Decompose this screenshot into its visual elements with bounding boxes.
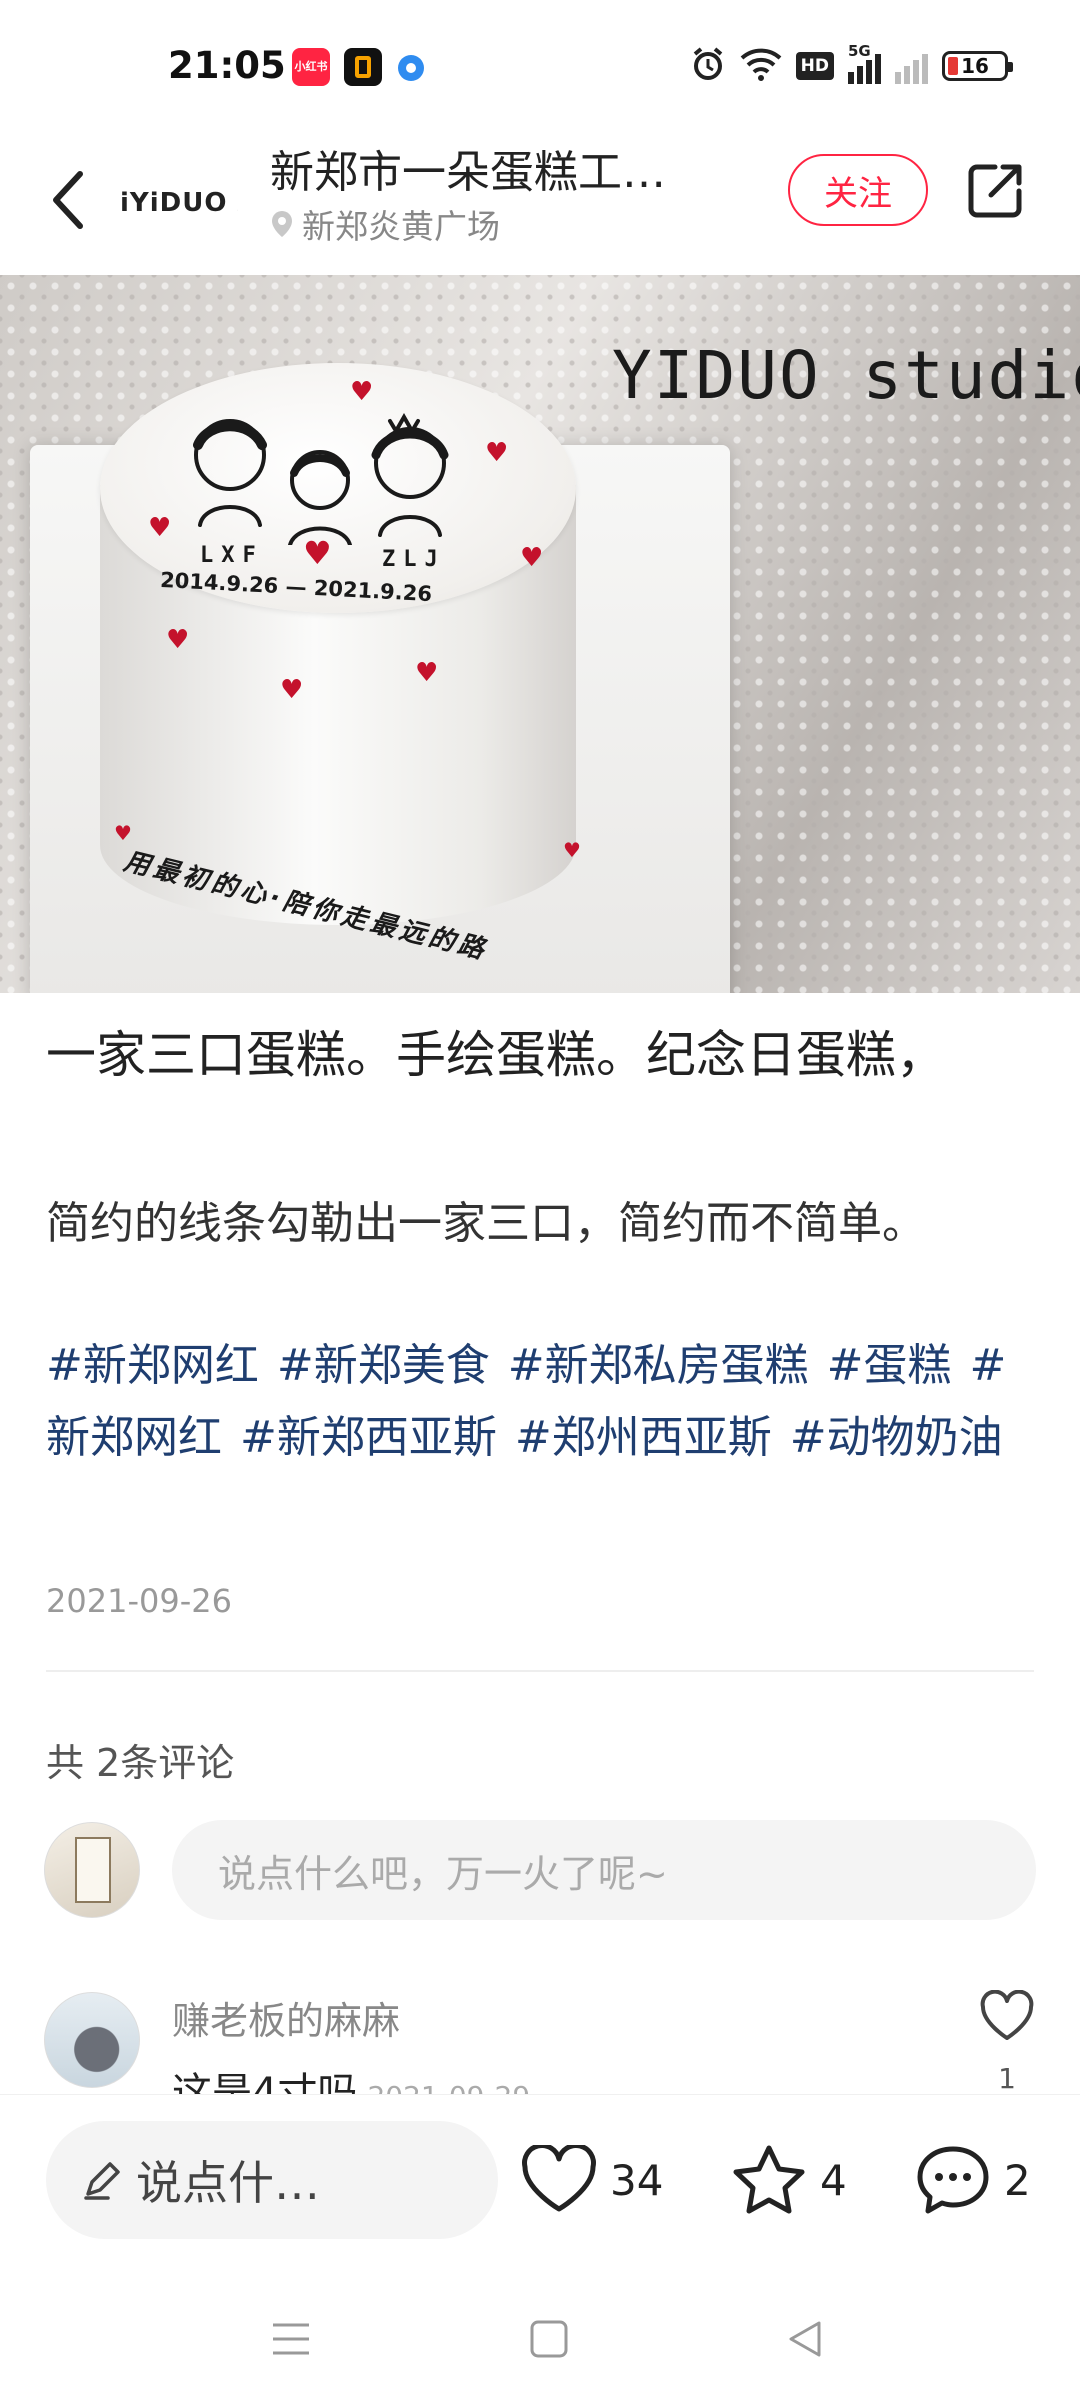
comment-count-action: 2	[1004, 2155, 1031, 2205]
heart-decoration: ♥	[280, 675, 304, 705]
post-date: 2021-09-26	[46, 1582, 232, 1620]
comment-time: 2021-09-29	[367, 2080, 530, 2094]
location-label: 新郑炎黄广场	[302, 207, 500, 246]
comment-count: 共 2条评论	[46, 1741, 235, 1785]
status-time: 21:05	[168, 44, 286, 87]
heart-decoration: ♥	[563, 838, 581, 862]
like-count: 34	[610, 2155, 664, 2205]
divider	[46, 1670, 1034, 1672]
comment-button[interactable]: 2	[914, 2135, 1031, 2225]
commenter-name[interactable]: 赚老板的麻麻	[172, 1990, 400, 2045]
battery-level: 16	[961, 54, 989, 78]
post-title: 一家三口蛋糕。手绘蛋糕。纪念日蛋糕，	[46, 1026, 946, 1084]
system-nav-bar	[0, 2274, 1080, 2400]
my-avatar	[44, 1822, 140, 1918]
battery-icon: 16	[942, 51, 1013, 81]
collect-button[interactable]: 4	[730, 2135, 847, 2225]
say-something-button[interactable]: 说点什…	[46, 2121, 498, 2239]
orange-square-app-icon	[344, 48, 382, 86]
hashtag-link[interactable]: #新郑西亚斯	[240, 1412, 497, 1463]
xiaohongshu-app-icon: 小红书	[292, 48, 330, 86]
heart-outline-icon	[522, 2145, 596, 2212]
chevron-left-icon	[53, 171, 83, 229]
post-tags: #新郑网红 #新郑美食 #新郑私房蛋糕 #蛋糕 #新郑网红 #新郑西亚斯 #郑州西亚斯 #动物…	[46, 1330, 1046, 1474]
heart-decoration: ♥	[166, 625, 190, 655]
heart-decoration: ♥	[350, 377, 374, 407]
comment-like-button[interactable]	[972, 1989, 1042, 2046]
comment-input[interactable]: 说点什么吧，万一火了呢~	[172, 1820, 1036, 1920]
signal-5g-icon: 5G	[848, 42, 881, 84]
cake-initials-left: LXF	[200, 543, 264, 568]
alarm-icon	[690, 46, 726, 86]
post-photo[interactable]: LXF ZLJ 2014.9.26 — 2021.9.26 用最初的心·陪你走最…	[0, 275, 1080, 993]
triangle-back-icon	[789, 2321, 821, 2357]
comment-bubble-icon	[917, 2146, 989, 2214]
commenter-avatar[interactable]	[44, 1992, 140, 2088]
square-home-icon	[530, 2320, 568, 2358]
comment-item[interactable]: 这是4寸吗 2021-09-29	[172, 2060, 530, 2094]
menu-icon	[273, 2323, 309, 2355]
share-button[interactable]	[960, 156, 1030, 226]
comment-text: 这是4寸吗	[172, 2070, 358, 2094]
calligraphy-image	[75, 1837, 111, 1903]
signal-secondary-icon	[895, 48, 928, 84]
back-nav-button[interactable]	[770, 2304, 840, 2374]
hashtag-link[interactable]: #新郑美食	[277, 1340, 490, 1391]
hd-badge: HD	[795, 52, 834, 80]
hashtag-link[interactable]: #新郑网红	[46, 1340, 259, 1391]
share-icon	[968, 164, 1022, 218]
collect-count: 4	[820, 2155, 847, 2205]
heart-outline-icon	[980, 1989, 1034, 2040]
comment-like-count: 1	[998, 2062, 1016, 2090]
say-something-label: 说点什…	[136, 2156, 320, 2210]
like-button[interactable]: 34	[520, 2135, 663, 2225]
heart-decoration: ♥	[485, 438, 509, 468]
heart-decoration: ♥	[303, 534, 332, 572]
hashtag-link[interactable]: #新郑私房蛋糕	[508, 1340, 809, 1391]
bottom-action-bar: 说点什… 34 4 2	[0, 2094, 1080, 2274]
family-drawing	[193, 412, 449, 545]
heart-decoration: ♥	[415, 658, 439, 688]
heart-decoration: ♥	[148, 513, 172, 543]
status-bar: 21:05 小红书 HD 5G 16	[0, 0, 1080, 130]
hashtag-link[interactable]: #蛋糕	[827, 1340, 952, 1391]
network-type-label: 5G	[848, 42, 871, 60]
header: iYiDUO 朵 新郑市一朵蛋糕工… 新郑炎黄广场 关注	[0, 130, 1080, 275]
back-button[interactable]	[38, 150, 98, 250]
heart-decoration: ♥	[114, 821, 132, 845]
pencil-icon	[84, 2162, 120, 2200]
studio-watermark: YIDUO studio	[612, 337, 1080, 414]
menu-nav-button[interactable]	[256, 2304, 326, 2374]
shop-location[interactable]: 新郑炎黄广场	[270, 200, 500, 248]
home-nav-button[interactable]	[514, 2304, 584, 2374]
post-body: 简约的线条勾勒出一家三口，简约而不简单。	[46, 1198, 926, 1249]
cake-initials-right: ZLJ	[382, 547, 446, 572]
location-pin-icon	[272, 211, 292, 237]
heart-decoration: ♥	[520, 543, 544, 573]
blue-dot-app-icon	[398, 55, 424, 81]
hashtag-link[interactable]: #郑州西亚斯	[515, 1412, 772, 1463]
status-icons: HD 5G 16	[690, 42, 1013, 88]
shop-name[interactable]: 新郑市一朵蛋糕工…	[270, 136, 740, 200]
shop-avatar[interactable]: iYiDUO 朵	[120, 170, 238, 230]
follow-button[interactable]: 关注	[788, 154, 928, 226]
wifi-icon	[740, 46, 782, 86]
star-outline-icon	[733, 2145, 805, 2214]
hashtag-link[interactable]: #动物奶油	[790, 1412, 1003, 1463]
